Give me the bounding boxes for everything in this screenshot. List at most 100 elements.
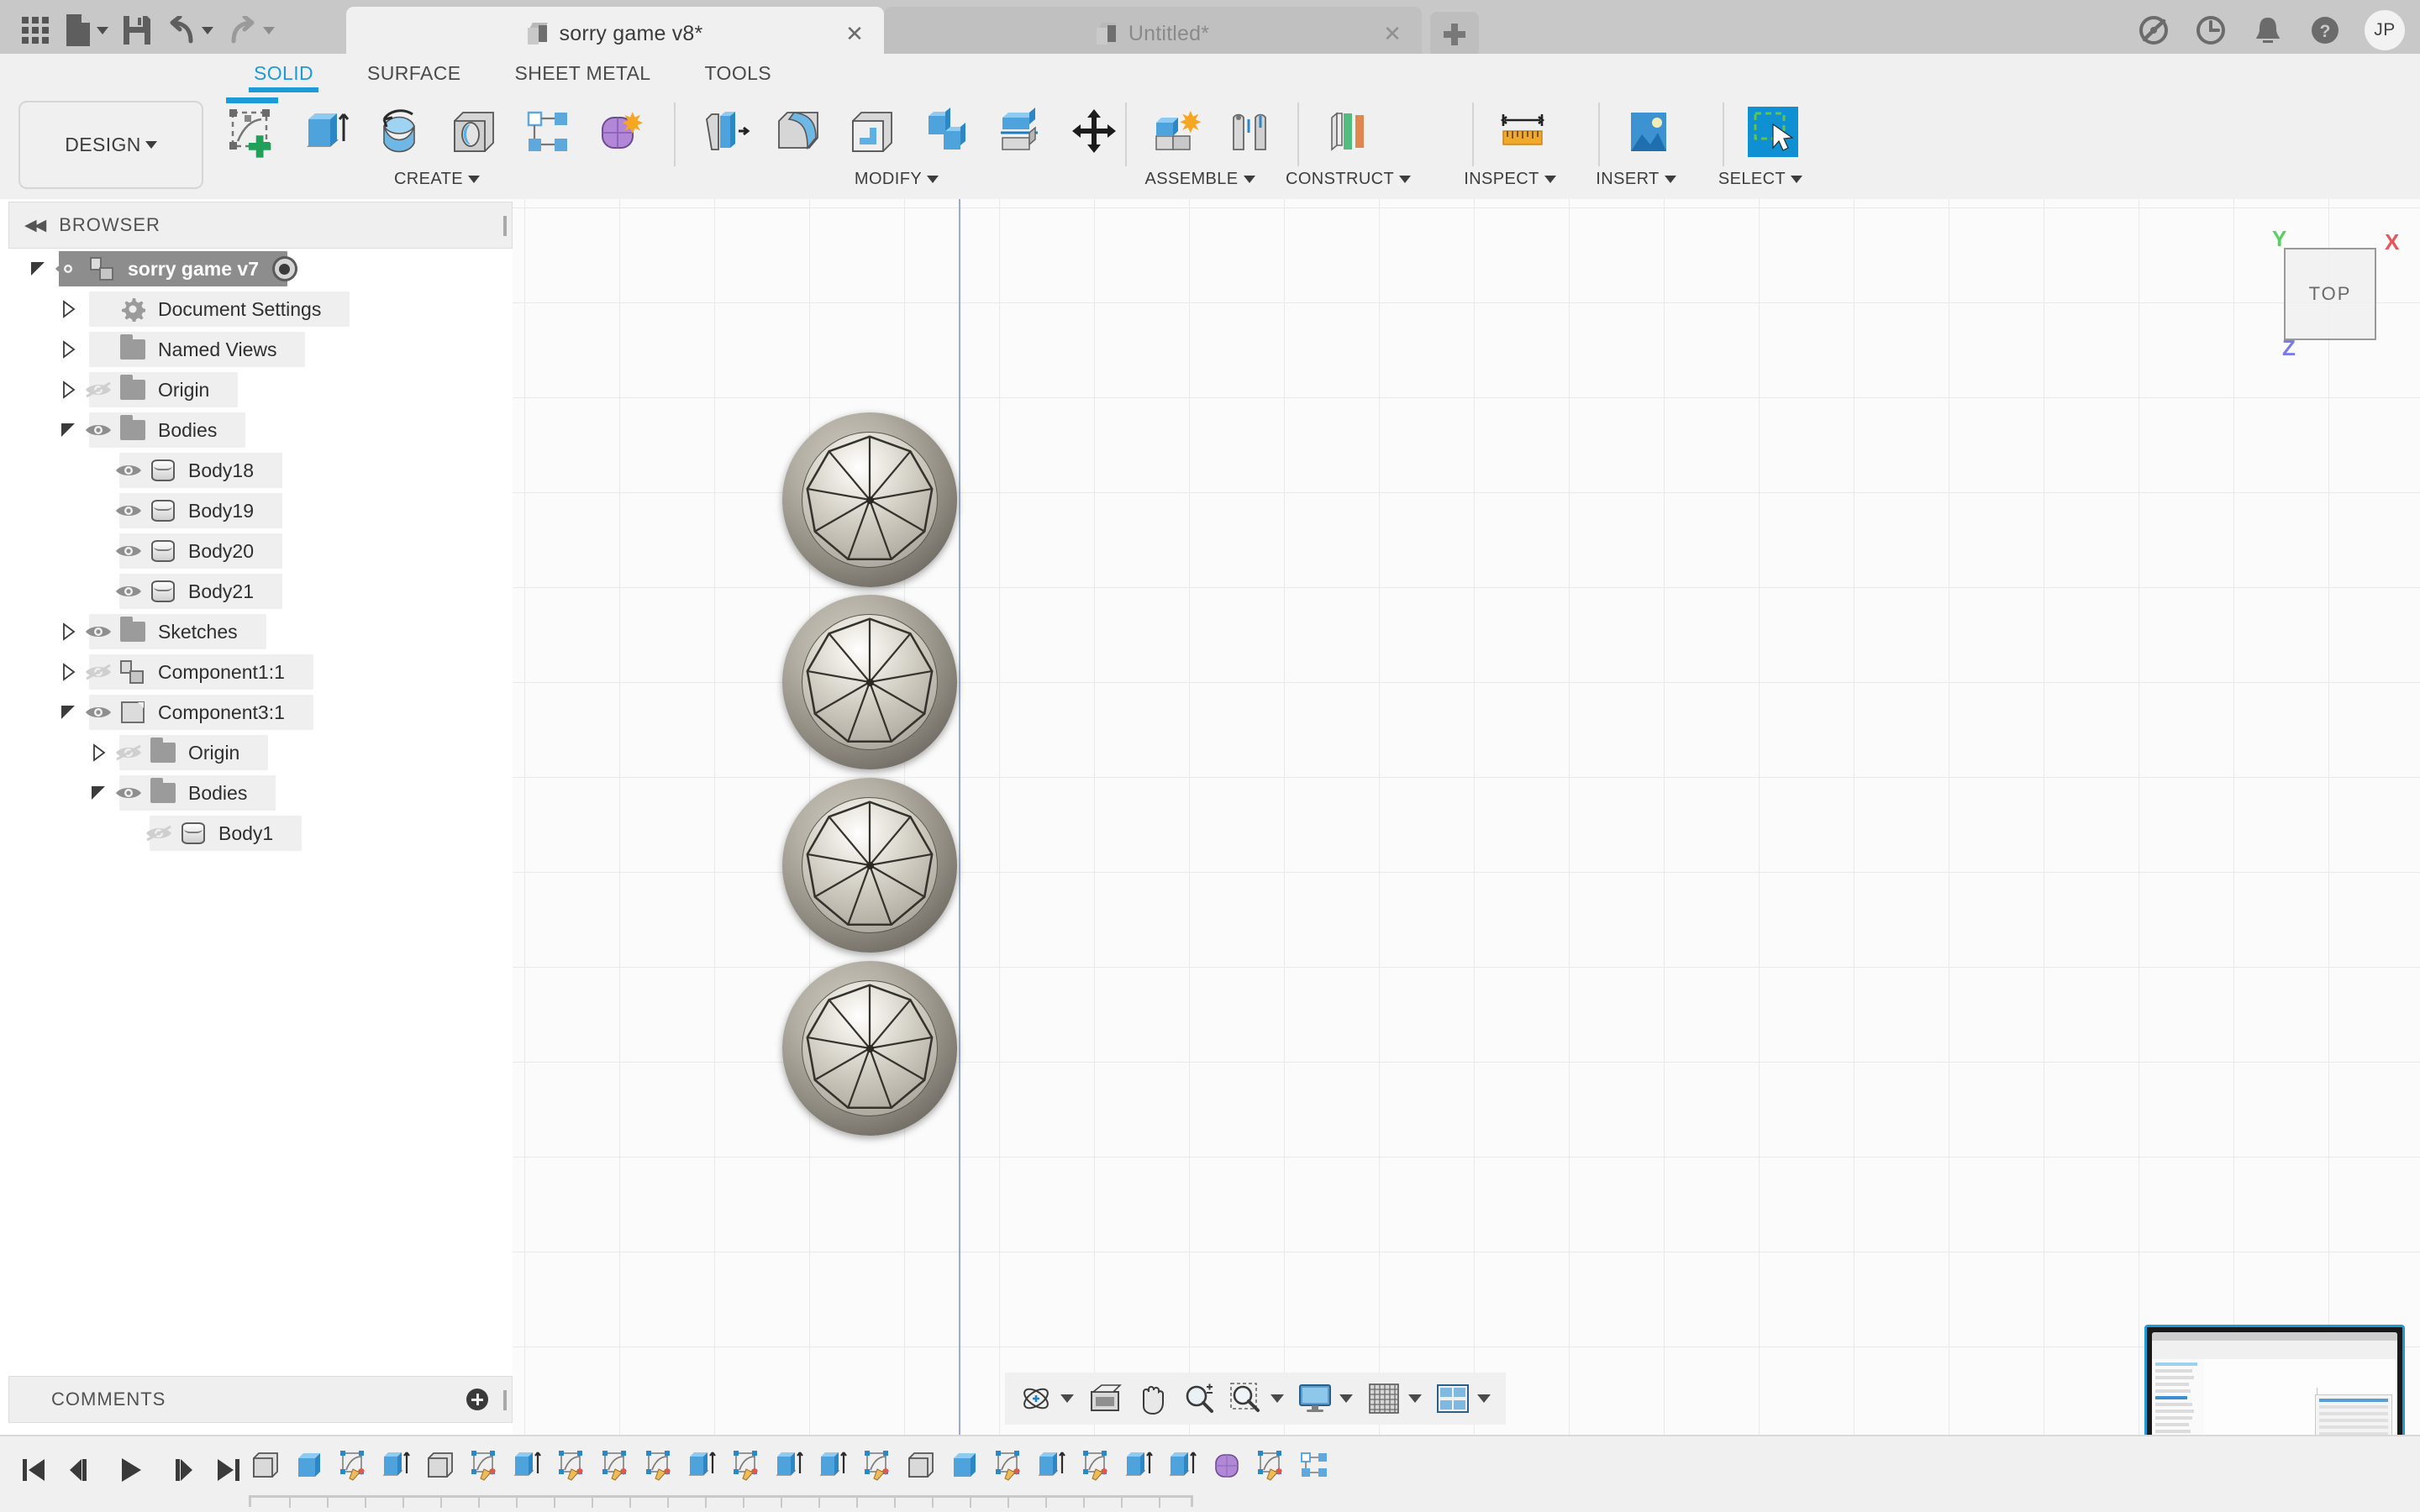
extensions-icon[interactable] [2136,13,2171,48]
close-icon[interactable]: ✕ [1381,23,1403,45]
notifications-bell-icon[interactable] [2250,13,2286,48]
expand-arrow-closed-icon[interactable] [55,337,81,362]
feature-extrude[interactable] [768,1443,812,1495]
new-component-button[interactable] [1139,96,1213,168]
shell-button[interactable] [835,96,909,168]
feature-body[interactable] [244,1443,287,1495]
chevron-down-icon[interactable] [1270,1394,1284,1403]
document-tab-inactive[interactable]: Untitled* ✕ [884,7,1422,60]
extrude-button[interactable] [289,96,363,168]
feature-sketch[interactable] [1074,1443,1118,1495]
joint-button[interactable] [1213,96,1286,168]
document-tab-active[interactable]: sorry game v8* ✕ [346,7,884,60]
insert-canvas-button[interactable] [1612,96,1686,168]
ribbon-group-create-label[interactable]: CREATE [215,170,659,189]
grid-snaps-button[interactable] [1361,1376,1407,1421]
visibility-on-icon[interactable] [81,417,116,443]
expand-arrow-open-icon[interactable] [55,417,81,443]
tab-solid[interactable]: SOLID [227,54,340,92]
browser-tree-item[interactable]: Bodies [0,773,513,813]
expand-arrow-open-icon[interactable] [86,780,111,806]
visibility-on-icon[interactable] [111,498,146,523]
fillet-button[interactable] [761,96,835,168]
redo-button[interactable] [222,7,280,54]
feature-pattern[interactable] [1292,1443,1336,1495]
visibility-off-icon[interactable] [111,740,146,765]
split-body-button[interactable] [983,96,1057,168]
expand-arrow-closed-icon[interactable] [55,619,81,644]
feature-extrude[interactable] [681,1443,724,1495]
zoom-button[interactable] [1176,1376,1222,1421]
visibility-off-icon[interactable] [81,659,116,685]
create-form-button[interactable] [585,96,659,168]
display-settings-button[interactable] [1292,1376,1338,1421]
expand-arrow-closed-icon[interactable] [55,377,81,402]
browser-tree-item[interactable]: Body18 [0,450,513,491]
fit-button[interactable] [1223,1376,1269,1421]
ribbon-group-assemble-label[interactable]: ASSEMBLE [1113,170,1286,189]
chevron-down-icon[interactable] [1339,1394,1353,1403]
combine-button[interactable] [909,96,983,168]
model-body[interactable] [782,778,957,953]
browser-tree-item[interactable]: Document Settings [0,289,513,329]
feature-extrude[interactable] [943,1443,986,1495]
feature-extrude[interactable] [287,1443,331,1495]
browser-tree-item[interactable]: Component1:1 [0,652,513,692]
save-button[interactable] [117,7,157,54]
visibility-on-icon[interactable] [111,458,146,483]
expand-arrow-closed-icon[interactable] [55,659,81,685]
expand-arrow-closed-icon[interactable] [86,740,111,765]
collapse-panel-icon[interactable]: ◀◀ [24,216,46,235]
orbit-button[interactable] [1013,1376,1059,1421]
feature-extrude[interactable] [1161,1443,1205,1495]
viewports-button[interactable] [1430,1376,1476,1421]
visibility-on-icon[interactable] [111,780,146,806]
browser-tree-item[interactable]: Body1 [0,813,513,853]
browser-tree-item[interactable]: Component3:1 [0,692,513,732]
undo-button[interactable] [160,7,218,54]
look-at-button[interactable] [1082,1376,1128,1421]
avatar[interactable]: JP [2365,10,2405,50]
visibility-on-icon[interactable] [111,579,146,604]
visibility-on-icon[interactable] [50,256,86,281]
browser-tree-item[interactable]: Body20 [0,531,513,571]
view-cube-face-top[interactable]: TOP [2284,248,2376,340]
app-grid-icon[interactable] [15,7,55,54]
feature-sketch[interactable] [724,1443,768,1495]
select-tool-button[interactable] [1736,96,1810,168]
browser-tree-item[interactable]: Sketches [0,612,513,652]
tab-sheet-metal[interactable]: SHEET METAL [487,54,677,92]
feature-extrude[interactable] [1030,1443,1074,1495]
expand-arrow-closed-icon[interactable] [55,297,81,322]
browser-tree-item[interactable]: Bodies [0,410,513,450]
feature-sketch[interactable] [593,1443,637,1495]
feature-sketch[interactable] [550,1443,593,1495]
visibility-off-icon[interactable] [81,377,116,402]
step-forward-button[interactable] [158,1446,202,1494]
job-status-icon[interactable] [2193,13,2228,48]
play-button[interactable] [109,1446,153,1494]
ribbon-group-insert-label[interactable]: INSERT [1586,170,1686,189]
ribbon-group-construct-label[interactable]: CONSTRUCT [1286,170,1412,189]
visibility-on-icon[interactable] [81,700,116,725]
browser-tree-item[interactable]: Origin [0,732,513,773]
ribbon-group-select-label[interactable]: SELECT [1711,170,1810,189]
feature-sketch[interactable] [331,1443,375,1495]
visibility-on-icon[interactable] [111,538,146,564]
view-cube[interactable]: TOP X Y Z [2272,226,2399,360]
panel-resize-grip[interactable] [503,1390,507,1410]
feature-sketch[interactable] [986,1443,1030,1495]
tab-surface[interactable]: SURFACE [340,54,487,92]
new-document-button[interactable] [59,7,113,54]
chevron-down-icon[interactable] [1060,1394,1074,1403]
go-to-beginning-button[interactable] [12,1446,55,1494]
offset-plane-button[interactable] [1311,96,1385,168]
feature-sketch[interactable] [1249,1443,1292,1495]
viewport-canvas[interactable] [513,199,2420,1435]
panel-resize-grip[interactable] [503,216,507,236]
browser-tree-item[interactable]: Named Views [0,329,513,370]
browser-tree-item[interactable]: Body19 [0,491,513,531]
feature-sketch[interactable] [855,1443,899,1495]
browser-tree-item[interactable]: Body21 [0,571,513,612]
visibility-on-icon[interactable] [81,619,116,644]
